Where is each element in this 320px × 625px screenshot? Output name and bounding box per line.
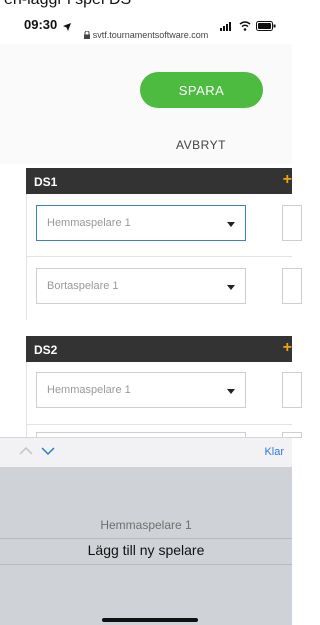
section-title: DS1 xyxy=(34,175,58,189)
section-title: DS2 xyxy=(34,343,58,357)
picker-selection-top-line xyxy=(0,538,292,539)
picker-option[interactable]: Hemmaspelare 1 xyxy=(0,518,292,532)
section-header-ds1: DS1 + xyxy=(26,168,292,194)
home-player-select[interactable]: Hemmaspelare 1 xyxy=(36,372,246,408)
address-bar[interactable]: svtf.tournamentsoftware.com xyxy=(0,30,292,41)
keyboard-toolbar: Klar xyxy=(0,437,292,468)
lock-icon xyxy=(83,30,90,41)
cut-off-top-text: en-läggr i spel DS xyxy=(0,0,296,10)
cancel-button[interactable]: AVBRYT xyxy=(176,138,226,152)
score-input[interactable] xyxy=(282,205,302,241)
home-indicator[interactable] xyxy=(102,618,198,622)
dropdown-caret-icon xyxy=(227,285,235,290)
select-value: Bortaspelare 1 xyxy=(47,280,119,292)
chevron-down-icon[interactable] xyxy=(40,444,56,462)
picker-option-selected[interactable]: Lägg till ny spelare xyxy=(0,542,292,558)
select-value: Hemmaspelare 1 xyxy=(47,384,131,396)
home-player-select[interactable]: Hemmaspelare 1 xyxy=(36,205,246,241)
add-icon[interactable]: + xyxy=(283,339,292,357)
picker-selection-bottom-line xyxy=(0,564,292,565)
section-header-ds2: DS2 + xyxy=(26,336,292,362)
add-icon[interactable]: + xyxy=(283,171,292,189)
dropdown-caret-icon xyxy=(227,389,235,394)
row-divider xyxy=(26,424,292,425)
chevron-up-icon[interactable] xyxy=(18,444,34,462)
url-text: svtf.tournamentsoftware.com xyxy=(92,30,209,40)
row-divider xyxy=(26,256,292,257)
dropdown-caret-icon xyxy=(227,222,235,227)
score-input[interactable] xyxy=(282,372,302,408)
select-value: Hemmaspelare 1 xyxy=(47,217,131,229)
done-button[interactable]: Klar xyxy=(264,446,284,458)
score-input[interactable] xyxy=(282,268,302,304)
save-button[interactable]: SPARA xyxy=(140,72,263,108)
away-player-select[interactable]: Bortaspelare 1 xyxy=(36,268,246,304)
